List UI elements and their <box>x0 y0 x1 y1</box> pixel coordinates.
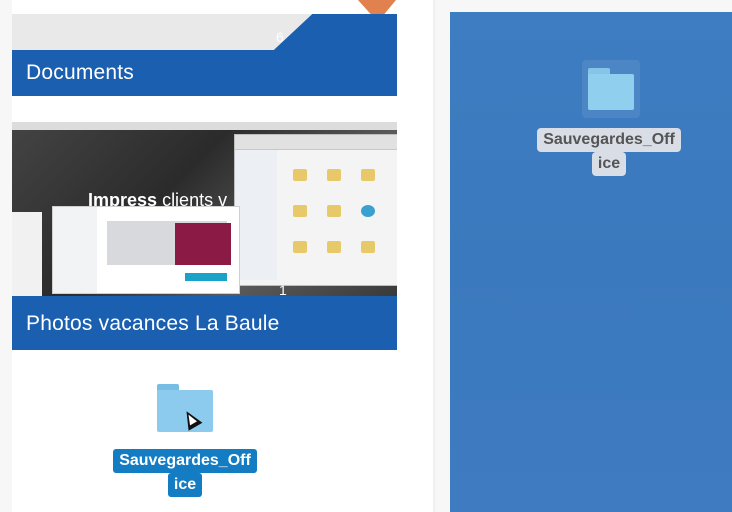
desktop-folder-icon[interactable] <box>582 60 640 118</box>
panel-divider <box>433 0 435 512</box>
thumbnail-explorer-window <box>234 134 397 286</box>
thumbnail-folder-icon <box>293 241 307 253</box>
tile-documents-count: 6 <box>276 29 284 45</box>
thumbnail-folder-icon <box>361 241 375 253</box>
thumbnail-dialog-promo <box>175 223 231 265</box>
thumbnail-left-window <box>12 212 42 296</box>
thumbnail-folder-icon <box>327 169 341 181</box>
thumbnail-folder-icon <box>327 241 341 253</box>
thumbnail-globe-icon <box>361 205 375 217</box>
thumbnail-dialog-button <box>185 273 227 281</box>
tile-photos-label: Photos vacances La Baule <box>26 312 280 335</box>
tile-documents[interactable]: 6 Documents <box>12 14 397 96</box>
desktop-folder-body <box>588 74 634 110</box>
tile-photos-vacances[interactable]: Impress clients v 1 Photos vacances La B… <box>12 122 397 350</box>
thumbnail-folder-icon <box>327 205 341 217</box>
thumbnail-folder-icon <box>293 205 307 217</box>
thumbnail-browser-bar <box>12 122 397 130</box>
thumbnail-dialog <box>52 206 240 294</box>
dragged-folder-label[interactable]: Sauvegardes_Off ice <box>95 449 275 497</box>
thumbnail-folder-icon <box>293 169 307 181</box>
desktop-folder-name-line2: ice <box>591 152 627 176</box>
thumbnail-folder-icon <box>361 169 375 181</box>
dragged-folder-name-line1: Sauvegardes_Off <box>113 449 257 473</box>
thumbnail-explorer-titlebar <box>235 135 397 150</box>
thumbnail-explorer-sidebar <box>235 150 277 280</box>
desktop-folder-label[interactable]: Sauvegardes_Off ice <box>516 128 702 176</box>
tile-photos-count: 1 <box>279 282 287 298</box>
thumbnail-dialog-pane <box>53 207 97 293</box>
desktop-folder-name-line1: Sauvegardes_Off <box>537 128 681 152</box>
tile-photos-thumbnail: Impress clients v <box>12 122 397 296</box>
dragged-folder-name-line2: ice <box>167 473 203 497</box>
tile-documents-label: Documents <box>26 61 135 84</box>
